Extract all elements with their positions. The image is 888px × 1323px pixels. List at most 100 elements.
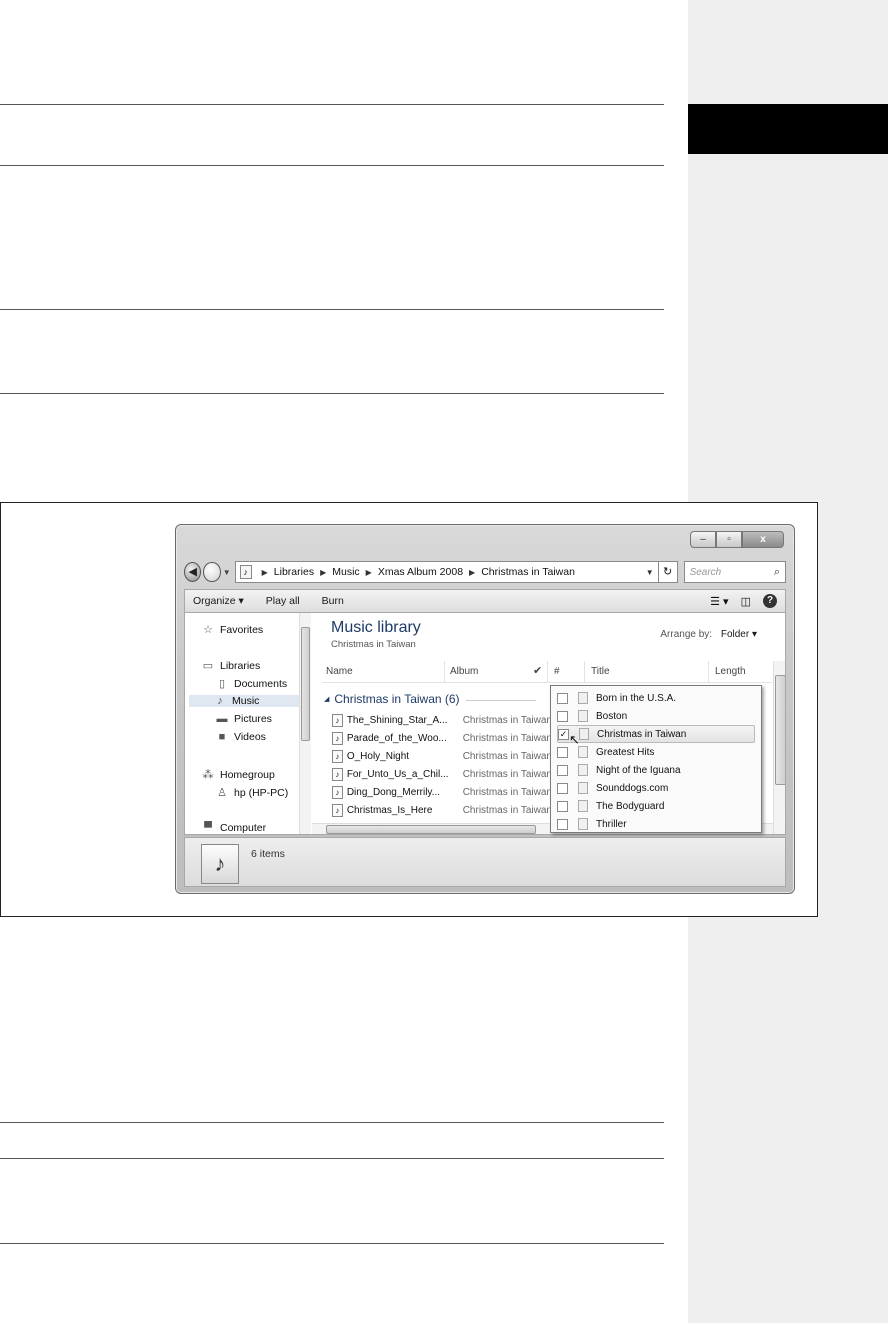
minimize-button[interactable]: –	[690, 531, 716, 548]
group-header[interactable]: ◢ Christmas in Taiwan (6)	[324, 692, 460, 706]
divider-rule	[0, 104, 664, 105]
play-all-button[interactable]: Play all	[266, 595, 300, 607]
breadcrumb-christmas-in-taiwan[interactable]: Christmas in Taiwan	[481, 566, 575, 578]
album-filter-item[interactable]: The Bodyguard	[557, 797, 755, 815]
album-checkbox-checked[interactable]: ✓	[558, 728, 569, 740]
sidebar-item-videos[interactable]: ■ Videos	[215, 731, 266, 743]
file-list-vertical-scrollbar[interactable]	[773, 661, 785, 834]
breadcrumb-libraries[interactable]: Libraries	[274, 566, 314, 578]
file-name: Christmas_Is_Here	[346, 804, 433, 816]
item-count: 6 items	[251, 848, 285, 860]
sidebar-item-favorites[interactable]: ☆ Favorites	[201, 623, 263, 637]
column-separator[interactable]	[584, 661, 585, 683]
audio-file-icon: ♪	[332, 749, 343, 763]
sidebar-item-pictures[interactable]: ▬ Pictures	[215, 713, 272, 725]
close-button[interactable]: x	[742, 531, 784, 548]
user-icon: ♙	[217, 787, 227, 799]
breadcrumb-arrow-icon[interactable]: ▶	[469, 568, 475, 577]
album-filter-item[interactable]: Born in the U.S.A.	[557, 689, 755, 707]
column-separator[interactable]	[708, 661, 709, 683]
sidebar-item-hp-pc[interactable]: ♙ hp (HP-PC)	[215, 786, 288, 800]
sidebar-item-computer[interactable]: ▀ Computer	[201, 822, 266, 834]
file-row[interactable]: ♪ For_Unto_Us_a_Chil... Christmas in Tai…	[332, 765, 552, 783]
file-album: Christmas in Taiwan	[462, 768, 552, 780]
column-filter-check[interactable]: ✔	[533, 664, 542, 677]
column-separator[interactable]	[444, 661, 445, 683]
sidebar-item-homegroup[interactable]: ⁂ Homegroup	[201, 768, 275, 782]
album-checkbox[interactable]	[557, 764, 568, 776]
album-icon	[578, 800, 588, 812]
file-row[interactable]: ♪ The_Shining_Star_A... Christmas in Tai…	[332, 711, 552, 729]
column-separator[interactable]	[547, 661, 548, 683]
sidebar-item-documents[interactable]: ▯ Documents	[215, 677, 287, 691]
album-filter-item[interactable]: Thriller	[557, 815, 755, 833]
album-filter-label: Night of the Iguana	[596, 764, 681, 776]
breadcrumb-music[interactable]: Music	[332, 566, 359, 578]
album-filter-item[interactable]: ✓ Christmas in Taiwan	[557, 725, 755, 743]
file-name: O_Holy_Night	[346, 750, 410, 762]
search-icon[interactable]: ⌕	[774, 566, 780, 579]
column-header-title[interactable]: Title	[591, 666, 610, 677]
album-filter-label: Thriller	[596, 818, 627, 830]
album-checkbox[interactable]	[557, 746, 568, 758]
breadcrumb-arrow-icon[interactable]: ▶	[262, 568, 268, 577]
address-dropdown-icon[interactable]: ▼	[646, 568, 654, 577]
album-filter-item[interactable]: Night of the Iguana	[557, 761, 755, 779]
album-filter-label: Born in the U.S.A.	[596, 692, 677, 704]
burn-button[interactable]: Burn	[322, 595, 344, 607]
column-header-album[interactable]: Album	[450, 666, 478, 677]
album-checkbox[interactable]	[557, 782, 568, 794]
album-filter-item[interactable]: Greatest Hits	[557, 743, 755, 761]
album-filter-item[interactable]: Sounddogs.com	[557, 779, 755, 797]
breadcrumb-arrow-icon[interactable]: ▶	[320, 568, 326, 577]
breadcrumb-arrow-icon[interactable]: ▶	[366, 568, 372, 577]
sidebar-item-label: Homegroup	[220, 768, 275, 781]
file-row[interactable]: ♪ Christmas_Is_Here Christmas in Taiwan	[332, 801, 552, 819]
sidebar-item-label: Pictures	[234, 713, 272, 725]
refresh-button[interactable]: ↻	[658, 561, 678, 583]
preview-pane-icon[interactable]: ◫	[741, 595, 751, 608]
column-header-length[interactable]: Length	[715, 666, 746, 677]
sidebar-item-libraries[interactable]: ▭ Libraries	[201, 659, 260, 673]
navigation-scrollbar[interactable]	[299, 613, 311, 834]
album-checkbox[interactable]	[557, 818, 568, 830]
star-icon: ☆	[203, 624, 213, 636]
organize-button[interactable]: Organize ▾	[193, 595, 244, 607]
file-row[interactable]: ♪ O_Holy_Night Christmas in Taiwan	[332, 747, 552, 765]
audio-file-icon: ♪	[332, 785, 343, 799]
change-view-icon[interactable]: ☰ ▾	[710, 595, 728, 608]
column-header-number[interactable]: #	[554, 666, 560, 677]
scrollbar-thumb[interactable]	[301, 627, 310, 741]
album-icon	[578, 692, 588, 704]
album-checkbox[interactable]	[557, 692, 568, 704]
collapse-triangle-icon[interactable]: ◢	[324, 695, 329, 703]
audio-file-icon: ♪	[332, 713, 343, 727]
library-subtitle: Christmas in Taiwan	[331, 639, 416, 650]
album-checkbox[interactable]	[557, 800, 568, 812]
album-checkbox[interactable]	[557, 710, 568, 722]
explorer-window: – ▫ x ◀ ▼ ♪ ▶ Libraries ▶ Music ▶ Xmas A…	[175, 524, 795, 894]
divider-rule	[0, 1158, 664, 1159]
sidebar-item-music[interactable]: ♪ Music	[189, 695, 299, 707]
file-row[interactable]: ♪ Ding_Dong_Merrily... Christmas in Taiw…	[332, 783, 552, 801]
forward-button[interactable]	[203, 562, 221, 582]
scrollbar-thumb[interactable]	[326, 825, 536, 834]
divider-rule	[0, 165, 664, 166]
column-header-name[interactable]: Name	[326, 666, 353, 677]
navigation-pane: ☆ Favorites ▭ Libraries ▯ Documents ♪ Mu…	[185, 613, 311, 834]
album-filter-item[interactable]: Boston	[557, 707, 755, 725]
file-row[interactable]: ♪ Parade_of_the_Woo... Christmas in Taiw…	[332, 729, 552, 747]
scrollbar-thumb[interactable]	[775, 675, 785, 785]
help-icon[interactable]: ?	[763, 594, 777, 608]
divider-rule	[0, 309, 664, 310]
back-button[interactable]: ◀	[184, 562, 202, 582]
audio-file-icon: ♪	[332, 731, 343, 745]
maximize-button[interactable]: ▫	[716, 531, 742, 548]
search-input[interactable]: Search ⌕	[683, 561, 786, 583]
homegroup-icon: ⁂	[202, 769, 214, 781]
recent-pages-dropdown[interactable]: ▼	[223, 568, 231, 577]
libraries-icon: ▭	[202, 660, 214, 672]
breadcrumb-xmas-album[interactable]: Xmas Album 2008	[378, 566, 463, 578]
arrange-by-dropdown[interactable]: Folder ▾	[721, 629, 757, 640]
address-bar[interactable]: ♪ ▶ Libraries ▶ Music ▶ Xmas Album 2008 …	[234, 561, 659, 583]
